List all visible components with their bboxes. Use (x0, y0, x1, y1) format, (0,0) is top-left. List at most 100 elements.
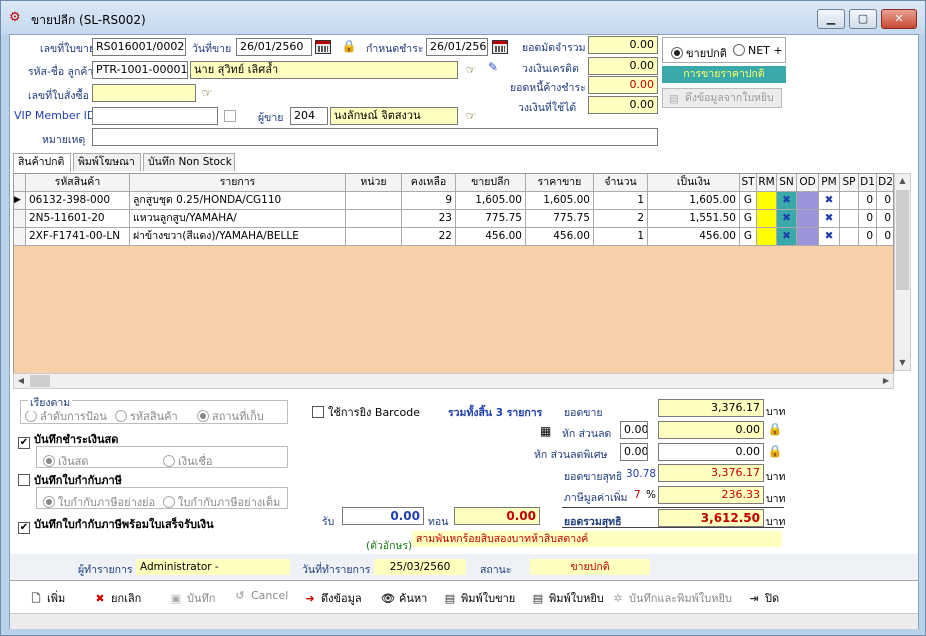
grid-cell-stock[interactable]: 9 (402, 192, 456, 210)
calendar-icon[interactable] (315, 40, 331, 54)
grid-cell-st[interactable]: G (740, 192, 757, 210)
cancel-doc-button[interactable]: ✖ ยกเลิก (92, 589, 141, 607)
tax-full-radio[interactable]: ใบกำกับภาษีอย่างเต็ม (163, 493, 280, 511)
grid-cell-unit[interactable] (346, 192, 402, 210)
grid-cell-sn[interactable]: ✖ (777, 210, 797, 228)
grid-cell-rm[interactable] (757, 228, 777, 246)
col-sp[interactable]: SP (840, 174, 859, 192)
grid-cell-qty[interactable]: 1 (594, 192, 648, 210)
doc-no-field[interactable]: RS016001/0002 (92, 38, 186, 56)
grid-cell-amount[interactable]: 1,605.00 (648, 192, 740, 210)
grid-cell-unit[interactable] (346, 210, 402, 228)
scroll-right-icon[interactable]: ▶ (879, 374, 893, 388)
scroll-thumb[interactable] (896, 190, 909, 290)
add-button[interactable]: 🗋 เพิ่ม (28, 589, 66, 609)
close-button[interactable]: ⇥ ปิด (746, 589, 779, 607)
grid-cell-d1[interactable]: 0 (859, 192, 877, 210)
grid-cell-sp[interactable] (840, 228, 859, 246)
tab-print-ad[interactable]: พิมพ์โฆษณา (73, 153, 141, 171)
special-pct-field[interactable]: 0.00 (620, 443, 648, 461)
row-selector[interactable] (14, 210, 26, 228)
grid-cell-unit[interactable] (346, 228, 402, 246)
grid-cell-d2[interactable]: 0 (877, 192, 893, 210)
grid-cell-pm[interactable]: ✖ (819, 210, 840, 228)
barcode-checkbox[interactable]: ใช้การยิง Barcode (312, 403, 420, 421)
grid-cell-rm[interactable] (757, 192, 777, 210)
grid-cell-stock[interactable]: 23 (402, 210, 456, 228)
seller-name-field[interactable]: นงลักษณ์ จิตสงวน (330, 107, 458, 125)
grid-cell-d2[interactable]: 0 (877, 228, 893, 246)
grid-cell-retail[interactable]: 775.75 (456, 210, 526, 228)
grid-cell-d1[interactable]: 0 (859, 210, 877, 228)
grid-cell-price[interactable]: 775.75 (526, 210, 594, 228)
scroll-down-icon[interactable]: ▼ (895, 356, 910, 370)
grid-cell-code[interactable]: 2N5-11601-20 (26, 210, 130, 228)
lock-icon[interactable]: 🔒 (766, 443, 784, 459)
calculator-icon[interactable]: ▦ (540, 424, 551, 438)
net-price-radio[interactable]: NET + (733, 44, 783, 57)
col-sn[interactable]: SN (777, 174, 797, 192)
col-rm[interactable]: RM (757, 174, 777, 192)
receive-field[interactable]: 0.00 (342, 507, 424, 525)
grid-cell-amount[interactable]: 456.00 (648, 228, 740, 246)
maximize-button[interactable]: ▢ (849, 9, 877, 29)
close-window-button[interactable]: ✕ (881, 9, 917, 29)
grid-cell-d2[interactable]: 0 (877, 210, 893, 228)
tab-non-stock[interactable]: บันทึก Non Stock (143, 153, 235, 171)
grid-cell-price[interactable]: 1,605.00 (526, 192, 594, 210)
grid-cell-code[interactable]: 2XF-F1741-00-LN (26, 228, 130, 246)
grid-cell-amount[interactable]: 1,551.50 (648, 210, 740, 228)
col-d2[interactable]: D2 (877, 174, 893, 192)
col-code[interactable]: รหัสสินค้า (26, 174, 130, 192)
col-qty[interactable]: จำนวน (594, 174, 648, 192)
grid-cell-retail[interactable]: 1,605.00 (456, 192, 526, 210)
grid-cell-qty[interactable]: 1 (594, 228, 648, 246)
grid-cell-desc[interactable]: ลูกสูบชุด 0.25/HONDA/CG110 (130, 192, 346, 210)
grid-horizontal-scrollbar[interactable]: ◀ ▶ (13, 373, 894, 389)
customer-name-field[interactable]: นาย สุวิทย์ เลิศล้ำ (190, 61, 458, 79)
grid-cell-price[interactable]: 456.00 (526, 228, 594, 246)
save-print-pick-button[interactable]: ✲ บันทึกและพิมพ์ใบหยิบ (610, 589, 732, 607)
grid-cell-d1[interactable]: 0 (859, 228, 877, 246)
lock-icon[interactable]: 🔒 (766, 421, 784, 437)
search-lookup-icon[interactable]: ☞ (462, 62, 480, 78)
print-sale-button[interactable]: ▤ พิมพ์ใบขาย (442, 589, 515, 607)
grid-cell-rm[interactable] (757, 210, 777, 228)
grid-cell-st[interactable]: G (740, 228, 757, 246)
grid-cell-st[interactable]: G (740, 210, 757, 228)
minimize-button[interactable]: ▁ (817, 9, 845, 29)
calendar-icon[interactable] (492, 40, 508, 54)
grid-cell-sn[interactable]: ✖ (777, 192, 797, 210)
discount-pct-field[interactable]: 0.00 (620, 421, 648, 439)
grid-cell-sp[interactable] (840, 210, 859, 228)
save-button[interactable]: ▣ บันทึก (168, 589, 216, 607)
edit-pen-icon[interactable]: ✎ (484, 59, 502, 75)
vip-id-field[interactable] (92, 107, 218, 125)
col-unit[interactable]: หน่วย (346, 174, 402, 192)
grid-cell-pm[interactable]: ✖ (819, 192, 840, 210)
grid-cell-desc[interactable]: ฝาข้างขวา(สีแดง)/YAMAHA/BELLE (130, 228, 346, 246)
scroll-left-icon[interactable]: ◀ (14, 374, 28, 388)
grid-cell-sn[interactable]: ✖ (777, 228, 797, 246)
col-price[interactable]: ราคาขาย (526, 174, 594, 192)
vip-checkbox[interactable] (224, 110, 236, 122)
normal-price-radio[interactable]: ขายปกติ (671, 44, 727, 62)
grid-cell-retail[interactable]: 456.00 (456, 228, 526, 246)
tax-receipt-checkbox[interactable]: ✔ บันทึกใบกำกับภาษีพร้อมใบเสร็จรับเงิน (18, 515, 214, 534)
print-pick-button[interactable]: ▤ พิมพ์ใบหยิบ (530, 589, 604, 607)
grid-cell-desc[interactable]: แหวนลูกสูบ/YAMAHA/ (130, 210, 346, 228)
scroll-up-icon[interactable]: ▲ (895, 174, 910, 188)
search-lookup-icon[interactable]: ☞ (462, 108, 480, 124)
grid-cell-stock[interactable]: 22 (402, 228, 456, 246)
pull-from-pick-button[interactable]: ▤ ดึงข้อมูลจากใบหยิบ (662, 88, 782, 108)
row-selector[interactable] (14, 228, 26, 246)
col-st[interactable]: ST (740, 174, 757, 192)
col-od[interactable]: OD (797, 174, 819, 192)
sort-code-radio[interactable]: รหัสสินค้า (115, 407, 178, 425)
tax-short-radio[interactable]: ใบกำกับภาษีอย่างย่อ (43, 493, 155, 511)
row-selector[interactable]: ▶ (14, 192, 26, 210)
seller-code-field[interactable]: 204 (290, 107, 328, 125)
customer-code-field[interactable]: PTR-1001-00001 (92, 61, 188, 79)
col-pm[interactable]: PM (819, 174, 840, 192)
search-button[interactable]: 👁 ค้นหา (380, 589, 427, 607)
